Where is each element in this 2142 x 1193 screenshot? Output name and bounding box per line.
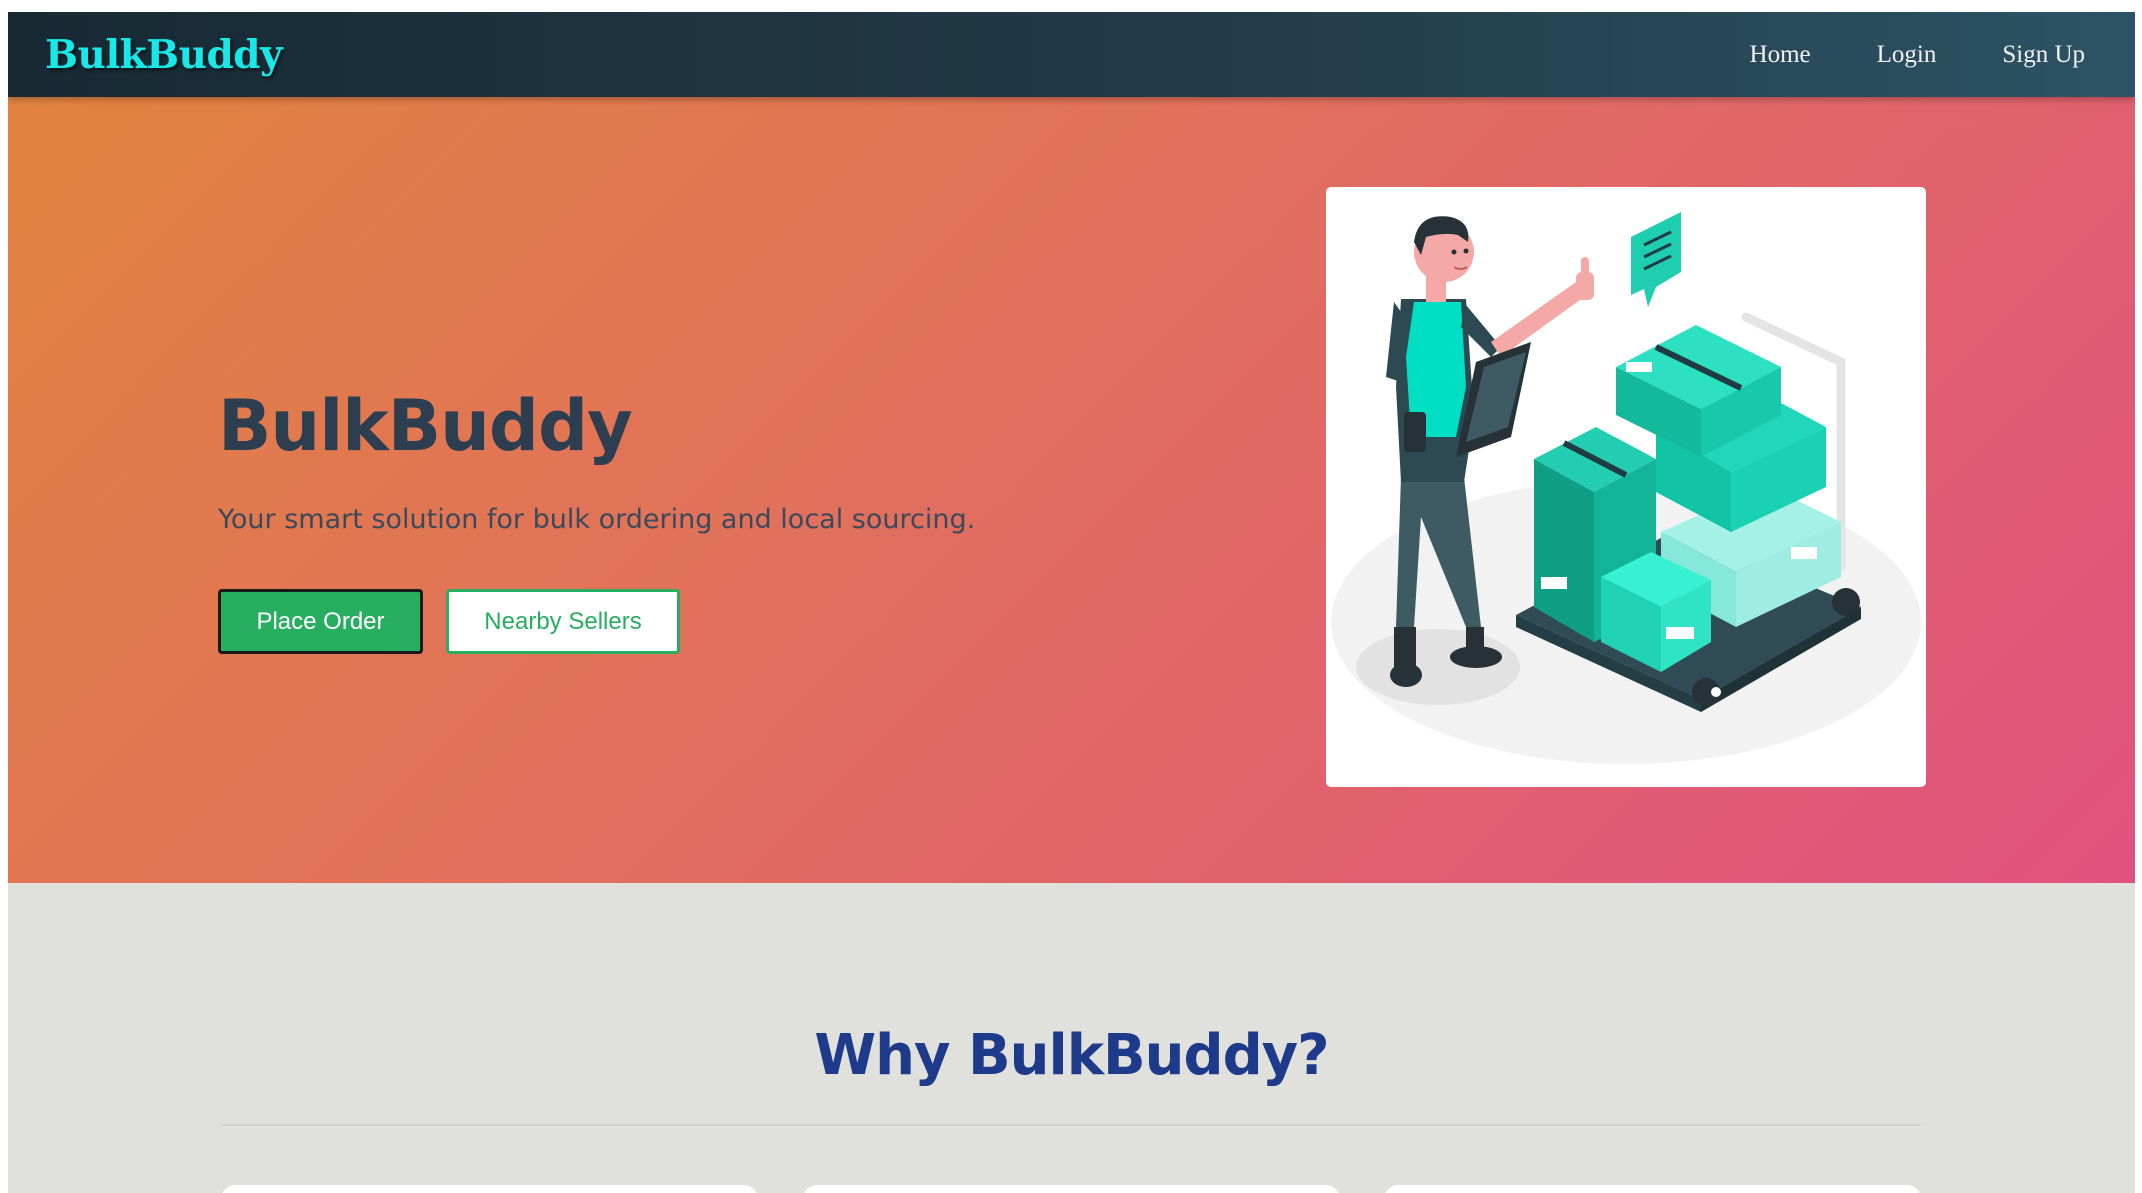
features-section: Why BulkBuddy?	[8, 883, 2135, 1193]
features-title: Why BulkBuddy?	[814, 1023, 1329, 1088]
hero-illustration	[1326, 187, 1926, 787]
place-order-button[interactable]: Place Order	[218, 589, 423, 654]
navbar: BulkBuddy Home Login Sign Up	[8, 12, 2135, 97]
section-divider	[221, 1124, 1921, 1126]
feature-card	[803, 1185, 1340, 1193]
hero-subtitle: Your smart solution for bulk ordering an…	[218, 504, 976, 535]
nav-login-link[interactable]: Login	[1877, 41, 1937, 69]
nav-links: Home Login Sign Up	[1750, 12, 2085, 97]
warehouse-worker-illustration	[1331, 212, 1921, 764]
feature-card	[221, 1185, 758, 1193]
nav-home-link[interactable]: Home	[1750, 41, 1811, 69]
feature-card	[1384, 1185, 1921, 1193]
nearby-sellers-button[interactable]: Nearby Sellers	[446, 589, 680, 654]
brand-logo[interactable]: BulkBuddy	[45, 32, 283, 78]
hero-title: BulkBuddy	[218, 385, 633, 467]
page: BulkBuddy Home Login Sign Up BulkBuddy Y…	[8, 12, 2135, 1193]
hero-section: BulkBuddy Your smart solution for bulk o…	[8, 97, 2135, 883]
nav-signup-link[interactable]: Sign Up	[2002, 41, 2085, 69]
